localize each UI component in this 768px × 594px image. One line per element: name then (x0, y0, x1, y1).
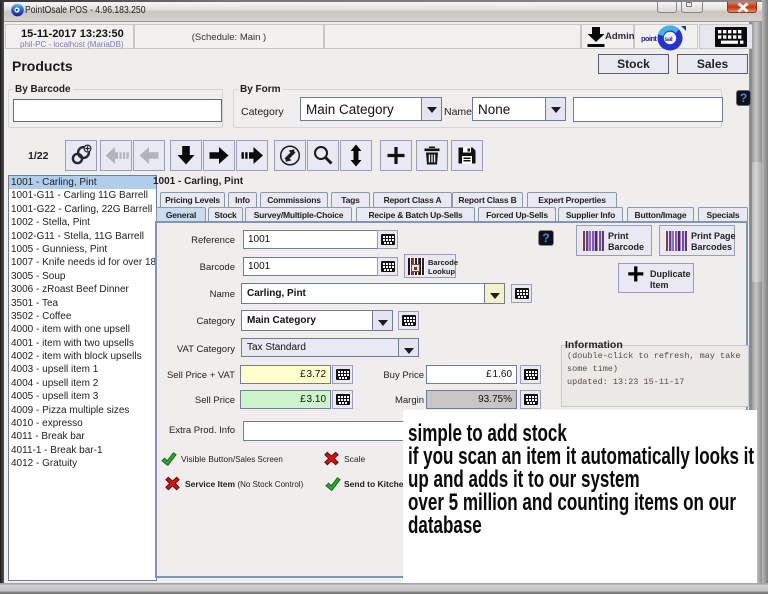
svg-text:sale: sale (665, 36, 677, 43)
svg-text:point: point (641, 34, 657, 43)
